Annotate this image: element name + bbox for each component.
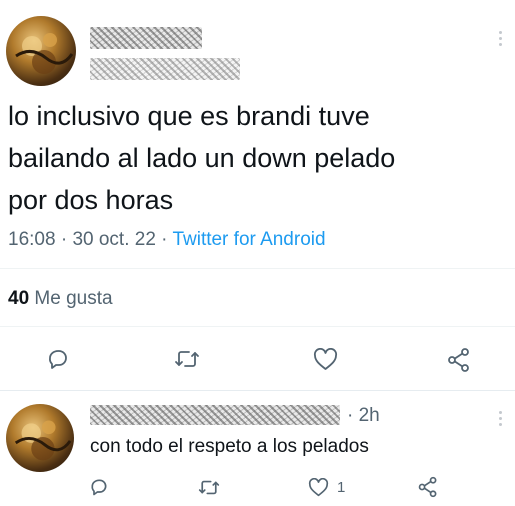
heart-icon[interactable] xyxy=(308,478,329,497)
reply-author-avatar[interactable] xyxy=(6,404,74,472)
share-icon[interactable] xyxy=(417,476,439,498)
reply-age[interactable]: · 2h xyxy=(347,405,380,427)
retweet-icon[interactable] xyxy=(174,348,200,370)
tweet-text: lo inclusivo que es brandi tuve bailando… xyxy=(8,101,396,215)
reply-icon[interactable] xyxy=(89,477,109,497)
tweet-source-link[interactable]: Twitter for Android xyxy=(172,229,325,250)
divider xyxy=(0,268,515,269)
retweet-icon[interactable] xyxy=(198,478,220,497)
likes-summary[interactable]: 40 Me gusta xyxy=(8,288,113,310)
reply-text: con todo el respeto a los pelados xyxy=(90,436,369,457)
divider xyxy=(0,326,515,327)
likes-count: 40 xyxy=(8,288,30,309)
reply-like-count: 1 xyxy=(337,479,346,496)
author-avatar[interactable] xyxy=(6,16,76,86)
meta-separator: · xyxy=(60,229,68,250)
meta-separator: · xyxy=(161,229,168,250)
author-handle-redacted[interactable] xyxy=(90,58,240,80)
heart-icon[interactable] xyxy=(313,348,338,371)
reply-icon[interactable] xyxy=(46,347,70,371)
share-icon[interactable] xyxy=(446,347,472,373)
tweet-meta: 16:08 · 30 oct. 22 · Twitter for Android xyxy=(8,229,326,251)
divider xyxy=(0,390,515,391)
reply-author-name-redacted[interactable] xyxy=(90,405,340,425)
author-display-name-redacted[interactable] xyxy=(90,27,202,49)
tweet-time[interactable]: 16:08 xyxy=(8,229,56,250)
more-icon[interactable] xyxy=(494,408,506,428)
more-icon[interactable] xyxy=(494,28,506,48)
likes-label: Me gusta xyxy=(34,288,113,309)
tweet-date[interactable]: 30 oct. 22 xyxy=(72,229,155,250)
